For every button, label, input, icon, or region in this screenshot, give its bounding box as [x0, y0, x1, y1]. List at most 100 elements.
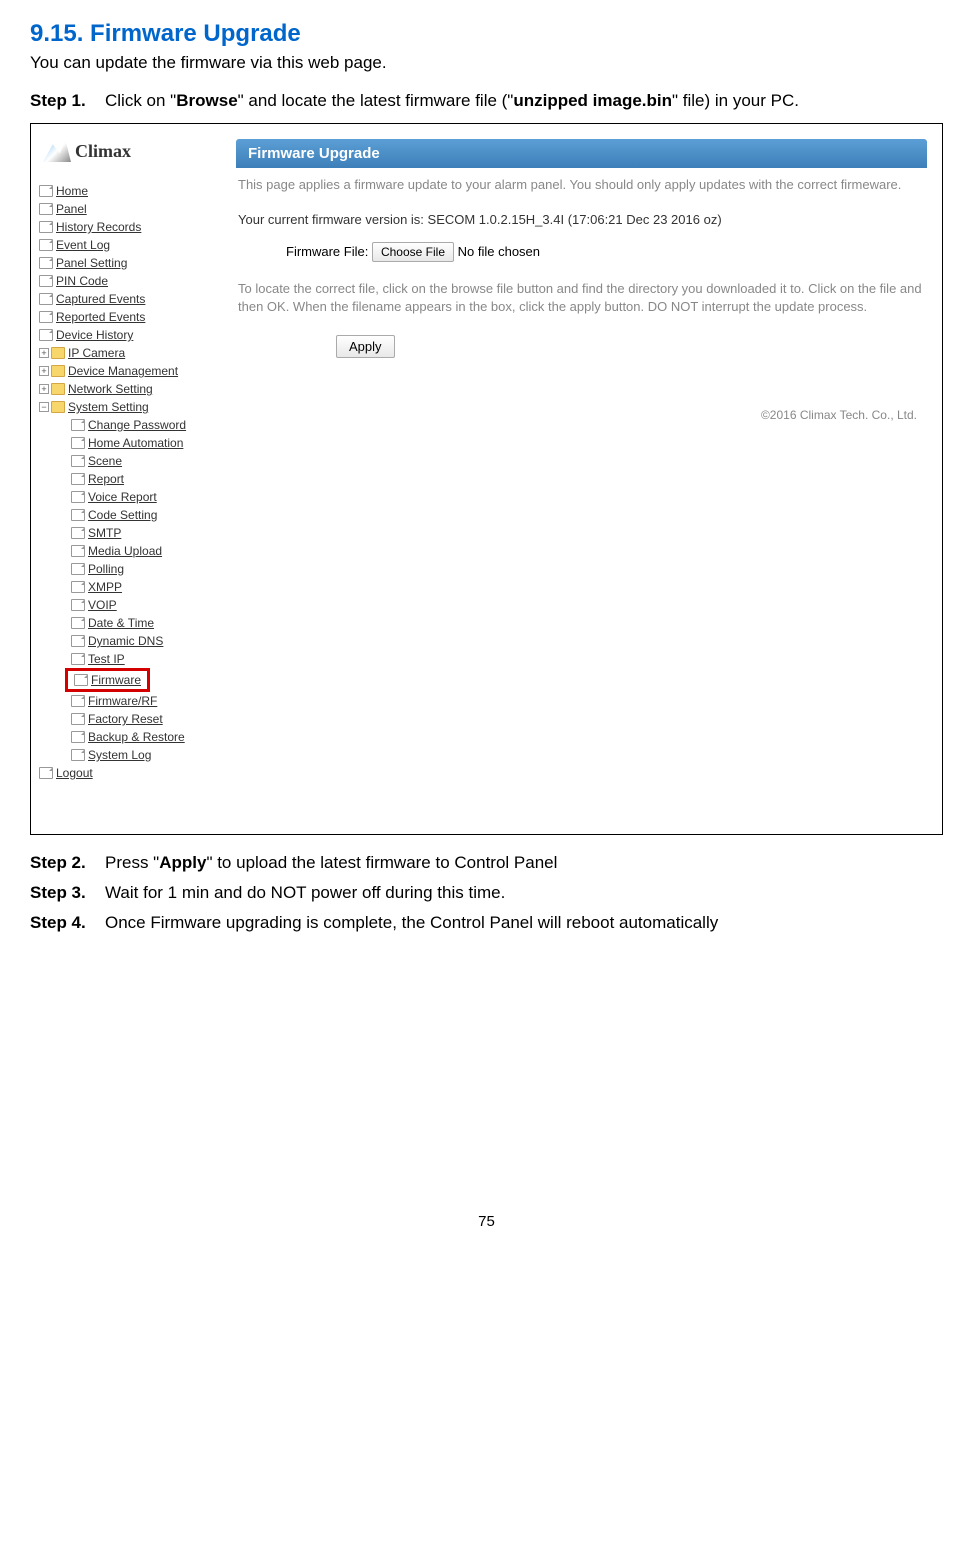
step-label: Step 1.	[30, 91, 105, 111]
step-text: Wait for 1 min and do NOT power off duri…	[105, 883, 943, 903]
nav-label: Factory Reset	[88, 710, 163, 728]
sidebar-item-devmgmt[interactable]: +Device Management	[35, 362, 216, 380]
screenshot-container: Climax Home Panel History Records Event …	[30, 123, 943, 835]
nav-label: Panel	[56, 200, 87, 218]
sidebar-item-panelsetting[interactable]: Panel Setting	[35, 254, 216, 272]
section-title: 9.15. Firmware Upgrade	[30, 20, 943, 48]
sidebar-item-panel[interactable]: Panel	[35, 200, 216, 218]
sidebar-item-changepw[interactable]: Change Password	[35, 416, 216, 434]
sidebar-item-netsetting[interactable]: + Network Setting	[35, 380, 216, 398]
logo-text: Climax	[75, 141, 131, 162]
nav-label: Panel Setting	[56, 254, 127, 272]
apply-button[interactable]: Apply	[336, 335, 395, 358]
sidebar-item-voip[interactable]: VOIP	[35, 596, 216, 614]
nav-label: PIN Code	[56, 272, 108, 290]
page-number: 75	[30, 1213, 943, 1230]
file-icon	[71, 545, 85, 557]
nav-label: Home Automation	[88, 434, 183, 452]
sidebar-item-syssetting[interactable]: −System Setting	[35, 398, 216, 416]
file-icon	[71, 491, 85, 503]
section-description: You can update the firmware via this web…	[30, 53, 943, 73]
plus-icon[interactable]: +	[39, 366, 49, 376]
sidebar-item-history[interactable]: History Records	[35, 218, 216, 236]
nav-label: Dynamic DNS	[88, 632, 163, 650]
nav-label: Change Password	[88, 416, 186, 434]
sidebar-item-reported[interactable]: Reported Events	[35, 308, 216, 326]
step-3: Step 3. Wait for 1 min and do NOT power …	[30, 883, 943, 903]
text-bold: Browse	[176, 91, 237, 110]
nav-label: History Records	[56, 218, 141, 236]
text-bold: unzipped image.bin	[513, 91, 672, 110]
file-icon	[71, 419, 85, 431]
step-text: Press "Apply" to upload the latest firmw…	[105, 853, 943, 873]
sidebar-item-logout[interactable]: Logout	[35, 764, 216, 782]
logo-area: Climax	[35, 132, 216, 182]
sidebar-item-firmwarerf[interactable]: Firmware/RF	[35, 692, 216, 710]
nav-label: Backup & Restore	[88, 728, 185, 746]
file-icon	[74, 674, 88, 686]
sidebar-item-ipcamera[interactable]: +IP Camera	[35, 344, 216, 362]
step-label: Step 3.	[30, 883, 105, 903]
file-icon	[71, 437, 85, 449]
nav-label: Scene	[88, 452, 122, 470]
nav-label: Date & Time	[88, 614, 154, 632]
sidebar-item-pincode[interactable]: PIN Code	[35, 272, 216, 290]
plus-icon[interactable]: +	[39, 384, 49, 394]
climax-logo-icon	[43, 140, 71, 162]
nav-label: Test IP	[88, 650, 125, 668]
file-icon	[39, 275, 53, 287]
sidebar-item-factoryreset[interactable]: Factory Reset	[35, 710, 216, 728]
minus-icon[interactable]: −	[39, 402, 49, 412]
sidebar-item-mediaupload[interactable]: Media Upload	[35, 542, 216, 560]
sidebar-item-captured[interactable]: Captured Events	[35, 290, 216, 308]
firmware-version-text: Your current firmware version is: SECOM …	[236, 202, 927, 232]
sidebar-item-dyndns[interactable]: Dynamic DNS	[35, 632, 216, 650]
sidebar-item-firmware[interactable]: Firmware	[68, 671, 141, 689]
file-icon	[39, 185, 53, 197]
file-icon	[71, 635, 85, 647]
text: " and locate the latest firmware file ("	[238, 91, 514, 110]
nav-label: XMPP	[88, 578, 122, 596]
file-icon	[39, 329, 53, 341]
file-icon	[71, 599, 85, 611]
sidebar-item-codesetting[interactable]: Code Setting	[35, 506, 216, 524]
nav-label: Event Log	[56, 236, 110, 254]
sidebar-item-homeauto[interactable]: Home Automation	[35, 434, 216, 452]
step-1: Step 1. Click on "Browse" and locate the…	[30, 91, 943, 111]
plus-icon[interactable]: +	[39, 348, 49, 358]
content-area: Firmware Upgrade This page applies a fir…	[216, 124, 942, 834]
file-icon	[71, 581, 85, 593]
sidebar-item-voicereport[interactable]: Voice Report	[35, 488, 216, 506]
choose-file-button[interactable]: Choose File	[372, 242, 454, 262]
file-icon	[71, 455, 85, 467]
file-icon	[71, 695, 85, 707]
nav-label: Media Upload	[88, 542, 162, 560]
file-icon	[39, 767, 53, 779]
content-header: Firmware Upgrade	[236, 139, 927, 168]
sidebar-item-backup[interactable]: Backup & Restore	[35, 728, 216, 746]
text: Click on "	[105, 91, 176, 110]
file-icon	[71, 473, 85, 485]
sidebar-item-systemlog[interactable]: System Log	[35, 746, 216, 764]
folder-icon	[51, 383, 65, 395]
sidebar-item-devicehistory[interactable]: Device History	[35, 326, 216, 344]
file-icon	[39, 221, 53, 233]
sidebar-item-polling[interactable]: Polling	[35, 560, 216, 578]
sidebar-item-testip[interactable]: Test IP	[35, 650, 216, 668]
step-text: Once Firmware upgrading is complete, the…	[105, 913, 943, 933]
sidebar-item-home[interactable]: Home	[35, 182, 216, 200]
sidebar-item-scene[interactable]: Scene	[35, 452, 216, 470]
sidebar-item-xmpp[interactable]: XMPP	[35, 578, 216, 596]
instructions-text: To locate the correct file, click on the…	[236, 272, 927, 324]
file-row: Firmware File: Choose File No file chose…	[236, 232, 927, 272]
file-icon	[71, 731, 85, 743]
text-bold: Apply	[159, 853, 206, 872]
file-icon	[71, 509, 85, 521]
file-icon	[71, 527, 85, 539]
step-text: Click on "Browse" and locate the latest …	[105, 91, 943, 111]
sidebar-item-smtp[interactable]: SMTP	[35, 524, 216, 542]
sidebar-item-report[interactable]: Report	[35, 470, 216, 488]
sidebar-item-datetime[interactable]: Date & Time	[35, 614, 216, 632]
nav-label: Network Setting	[68, 380, 153, 398]
sidebar-item-eventlog[interactable]: Event Log	[35, 236, 216, 254]
